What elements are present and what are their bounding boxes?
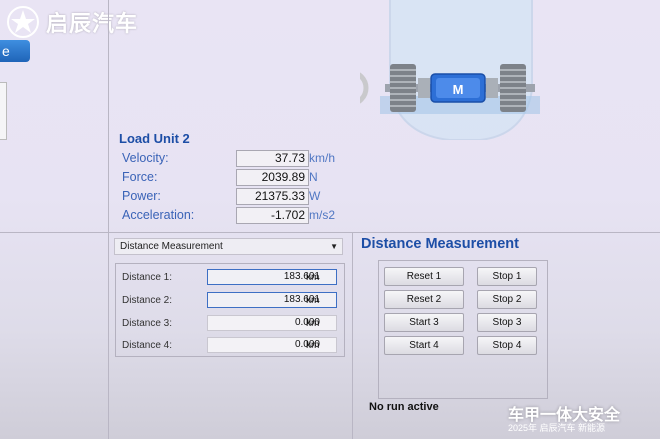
- load-unit-value: -1.702: [236, 207, 309, 224]
- mode-dropdown-value: Distance Measurement: [120, 241, 223, 252]
- load-unit-label: Acceleration:: [122, 208, 195, 222]
- divider-vertical-left: [108, 0, 109, 439]
- control-button-stop-1[interactable]: Stop 1: [477, 267, 537, 286]
- divider-vertical-mid: [352, 232, 353, 439]
- load-unit-label: Velocity:: [122, 151, 169, 165]
- status-text: No run active: [369, 401, 439, 413]
- watermark-line2: 2025年 启辰汽车 新能源: [508, 423, 606, 433]
- control-button-start-3[interactable]: Start 3: [384, 313, 464, 332]
- distance-label: Distance 1:: [122, 272, 173, 283]
- control-button-reset-2[interactable]: Reset 2: [384, 290, 464, 309]
- control-button-start-4[interactable]: Start 4: [384, 336, 464, 355]
- load-unit-unit: W: [309, 189, 321, 203]
- star-logo-icon: [7, 6, 39, 38]
- drivetrain-graphic: M: [360, 0, 540, 140]
- distance-unit: km: [306, 318, 320, 329]
- distance-unit: km: [306, 272, 320, 283]
- wheel-right-icon: [500, 64, 526, 112]
- distance-label: Distance 3:: [122, 318, 173, 329]
- load-unit-value: 2039.89: [236, 169, 309, 186]
- load-unit-title: Load Unit 2: [119, 131, 190, 146]
- distance-unit: km: [306, 295, 320, 306]
- section-title: Distance Measurement: [361, 236, 519, 252]
- load-unit-unit: N: [309, 170, 318, 184]
- load-unit-value: 21375.33: [236, 188, 309, 205]
- load-unit-unit: km/h: [309, 151, 336, 165]
- distance-unit: km: [306, 340, 320, 351]
- control-button-reset-1[interactable]: Reset 1: [384, 267, 464, 286]
- mode-dropdown[interactable]: Distance Measurement ▼: [114, 238, 343, 255]
- brand-logo-text: 启辰汽车: [46, 11, 139, 36]
- control-button-stop-2[interactable]: Stop 2: [477, 290, 537, 309]
- load-unit-label: Force:: [122, 170, 158, 184]
- wheel-left-icon: [390, 64, 416, 112]
- load-unit-unit: m/s2: [309, 208, 336, 222]
- control-button-stop-3[interactable]: Stop 3: [477, 313, 537, 332]
- motor-label: M: [453, 82, 464, 97]
- chevron-down-icon: ▼: [330, 242, 338, 251]
- control-button-stop-4[interactable]: Stop 4: [477, 336, 537, 355]
- load-unit-value: 37.73: [236, 150, 309, 167]
- distance-label: Distance 4:: [122, 340, 173, 351]
- divider-horizontal: [0, 232, 660, 233]
- left-side-panel: [0, 82, 7, 140]
- left-tab-button[interactable]: e: [0, 40, 30, 62]
- brand-logo: 启辰汽车: [6, 4, 138, 40]
- distance-label: Distance 2:: [122, 295, 173, 306]
- load-unit-label: Power:: [122, 189, 161, 203]
